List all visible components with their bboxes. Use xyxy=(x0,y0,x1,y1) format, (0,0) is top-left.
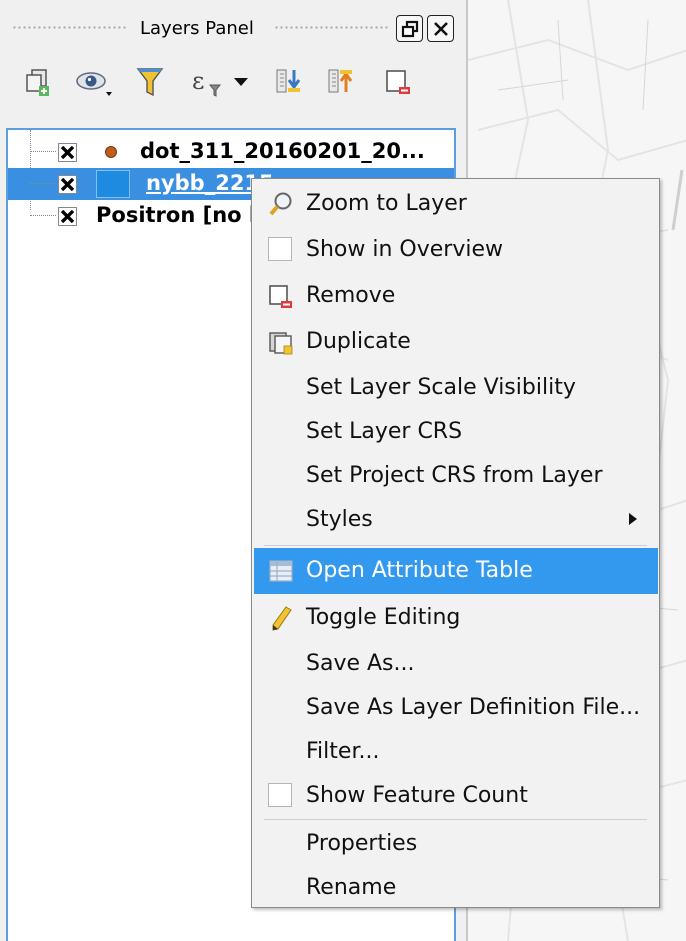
layer-visibility-checkbox[interactable] xyxy=(58,143,77,162)
layer-name: dot_311_20160201_20... xyxy=(140,139,425,163)
check-x-icon xyxy=(61,210,74,223)
menu-item-styles[interactable]: Styles xyxy=(254,499,658,541)
menu-item-label: Rename xyxy=(306,875,397,900)
menu-item-filter[interactable]: Filter... xyxy=(254,731,658,773)
layer-visibility-checkbox[interactable] xyxy=(58,175,77,194)
pencil-icon xyxy=(272,606,292,631)
menu-item-label: Show in Overview xyxy=(306,237,503,262)
menu-item-label: Zoom to Layer xyxy=(306,191,467,216)
svg-text:ε: ε xyxy=(192,67,204,95)
checkbox-icon xyxy=(268,783,292,807)
layer-row[interactable]: dot_311_20160201_20... xyxy=(8,136,454,168)
menu-separator xyxy=(264,545,647,546)
menu-item-open-attribute-table[interactable]: Open Attribute Table xyxy=(254,548,658,594)
remove-layer-button[interactable] xyxy=(378,60,418,104)
duplicate-icon xyxy=(269,332,293,355)
layers-toolbar: ε xyxy=(0,60,466,106)
checkbox-icon xyxy=(268,237,292,261)
remove-layer-icon xyxy=(386,70,410,94)
drag-grip xyxy=(274,25,388,30)
menu-item-rename[interactable]: Rename xyxy=(254,867,658,909)
filter-legend-button[interactable] xyxy=(130,60,170,104)
add-group-button[interactable] xyxy=(18,60,58,104)
submenu-arrow-icon xyxy=(629,513,637,525)
menu-item-save-as[interactable]: Save As... xyxy=(254,643,658,685)
menu-item-save-as-layer-definition[interactable]: Save As Layer Definition File... xyxy=(254,687,658,729)
remove-layer-icon xyxy=(269,285,292,308)
layer-context-menu: Zoom to Layer Show in Overview Remove Du… xyxy=(251,178,660,908)
close-icon xyxy=(433,21,448,36)
expression-filter-icon: ε xyxy=(192,67,248,97)
menu-item-label: Open Attribute Table xyxy=(306,558,533,583)
menu-item-show-in-overview[interactable]: Show in Overview xyxy=(254,229,658,271)
float-panel-button[interactable] xyxy=(396,15,423,42)
polygon-symbol-icon xyxy=(96,170,130,198)
menu-item-show-feature-count[interactable]: Show Feature Count xyxy=(254,775,658,817)
tree-connector xyxy=(30,183,56,184)
menu-separator xyxy=(264,819,647,820)
menu-item-zoom-to-layer[interactable]: Zoom to Layer xyxy=(254,183,658,225)
expand-all-icon xyxy=(276,69,301,93)
menu-item-label: Filter... xyxy=(306,739,380,764)
menu-item-label: Set Project CRS from Layer xyxy=(306,463,603,488)
menu-item-label: Save As Layer Definition File... xyxy=(306,695,641,720)
menu-item-set-layer-crs[interactable]: Set Layer CRS xyxy=(254,411,658,453)
menu-item-set-layer-scale-visibility[interactable]: Set Layer Scale Visibility xyxy=(254,367,658,409)
menu-item-label: Save As... xyxy=(306,651,415,676)
layer-visibility-checkbox[interactable] xyxy=(58,207,77,226)
menu-item-duplicate[interactable]: Duplicate xyxy=(254,321,658,363)
point-symbol-icon xyxy=(105,146,117,158)
menu-item-label: Styles xyxy=(306,507,373,532)
menu-item-label: Properties xyxy=(306,831,418,856)
menu-item-toggle-editing[interactable]: Toggle Editing xyxy=(254,597,658,639)
filter-by-expression-button[interactable]: ε xyxy=(186,60,258,104)
menu-item-label: Set Layer CRS xyxy=(306,419,463,444)
collapse-all-icon xyxy=(328,69,353,93)
menu-item-set-project-crs[interactable]: Set Project CRS from Layer xyxy=(254,455,658,497)
restore-icon xyxy=(401,20,418,37)
menu-item-label: Set Layer Scale Visibility xyxy=(306,375,576,400)
eye-visibility-icon xyxy=(76,72,112,96)
check-x-icon xyxy=(61,178,74,191)
add-group-icon xyxy=(26,69,49,96)
menu-item-label: Toggle Editing xyxy=(306,605,461,630)
tree-connector xyxy=(30,151,56,152)
tree-connector xyxy=(30,215,56,216)
magnifier-icon xyxy=(269,192,292,216)
menu-item-label: Duplicate xyxy=(306,329,411,354)
manage-visibility-button[interactable] xyxy=(70,60,120,104)
expand-all-button[interactable] xyxy=(268,60,308,104)
collapse-all-button[interactable] xyxy=(320,60,360,104)
menu-item-label: Remove xyxy=(306,283,396,308)
panel-title: Layers Panel xyxy=(140,18,254,39)
attribute-table-icon xyxy=(269,560,293,582)
close-panel-button[interactable] xyxy=(427,15,454,42)
menu-item-label: Show Feature Count xyxy=(306,783,528,808)
panel-title-bar[interactable]: Layers Panel xyxy=(0,10,466,44)
drag-grip xyxy=(12,25,126,30)
menu-item-remove[interactable]: Remove xyxy=(254,275,658,317)
menu-item-properties[interactable]: Properties xyxy=(254,823,658,865)
filter-funnel-icon xyxy=(136,68,164,97)
check-x-icon xyxy=(61,146,74,159)
